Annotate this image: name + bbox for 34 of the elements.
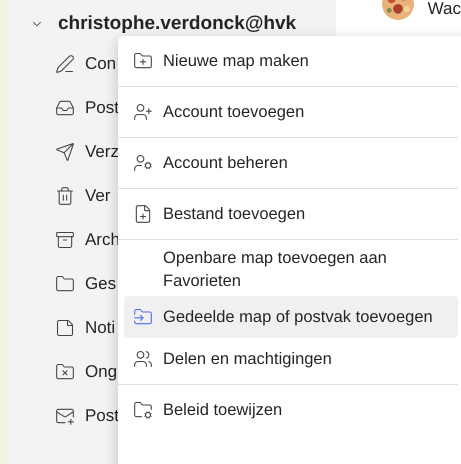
menu-item[interactable]: Delen en machtigingen [124,338,458,380]
pencil-icon [54,54,75,74]
menu-item[interactable]: Bestand toevoegen [124,193,458,235]
folder-icon [54,274,75,294]
menu-item[interactable]: Openbare map toevoegen aan Favorieten [124,244,458,296]
file-add-icon [133,204,153,224]
folder-item[interactable]: Verz [84,139,119,165]
folder-add-icon [133,51,153,71]
sender-name: Wac [428,0,461,20]
folder-item[interactable]: Ges [84,271,116,297]
menu-item[interactable]: Account toevoegen [124,91,458,133]
shared-folder-icon [133,307,153,327]
folder-item[interactable]: Post [84,95,119,121]
menu-item[interactable]: Nieuwe map maken [124,40,458,82]
archive-gear-icon [133,400,153,420]
people-icon [133,349,153,369]
account-name[interactable]: christophe.verdonck@hvk [58,10,296,38]
folder-blocked-icon [54,362,75,382]
folder-item[interactable]: Post [84,403,119,429]
archive-icon [54,230,75,250]
menu-item[interactable]: Beleid toewijzen [124,389,458,431]
folder-item[interactable]: Noti [84,315,116,341]
folder-item[interactable]: Ong [84,359,118,385]
outbox-icon [54,406,75,426]
menu-item[interactable]: Gedeelde map of postvak toevoegen [124,296,458,338]
send-icon [54,142,75,162]
inbox-icon [54,98,75,118]
folder-item[interactable]: Con [84,51,116,77]
trash-icon [54,186,75,206]
folder-item[interactable]: Ver [84,183,110,209]
menu-item[interactable]: Account beheren [124,142,458,184]
note-icon [54,318,75,338]
person-add-icon [133,102,153,122]
person-gear-icon [133,153,153,173]
